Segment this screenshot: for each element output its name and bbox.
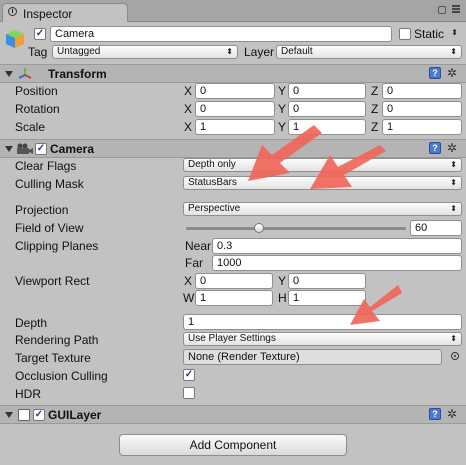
hdr-checkbox[interactable] xyxy=(183,387,195,399)
position-z-field[interactable]: 0 xyxy=(382,83,462,99)
scale-label: Scale xyxy=(15,120,46,134)
rendering-path-label: Rendering Path xyxy=(15,333,99,347)
rotation-label: Rotation xyxy=(15,102,60,116)
fov-slider-thumb[interactable] xyxy=(254,223,264,233)
position-y-label: Y xyxy=(278,84,287,98)
viewport-x-label: X xyxy=(184,274,193,288)
foldout-icon[interactable] xyxy=(5,71,13,77)
object-picker-icon[interactable] xyxy=(451,352,459,360)
info-icon: i xyxy=(8,7,17,16)
far-label: Far xyxy=(185,256,203,270)
scale-z-label: Z xyxy=(371,120,379,134)
culling-mask-label: Culling Mask xyxy=(15,177,84,191)
fov-field[interactable]: 60 xyxy=(410,220,462,236)
layer-dropdown[interactable]: Default ⬍ xyxy=(276,45,462,59)
static-dropdown[interactable]: ⬍ xyxy=(446,27,462,41)
projection-dropdown[interactable]: Perspective ⬍ xyxy=(183,202,462,216)
near-field[interactable]: 0.3 xyxy=(212,238,462,254)
lock-icon[interactable] xyxy=(438,6,446,14)
transform-header[interactable]: Transform ? ✲ xyxy=(0,64,466,83)
rotation-y-field[interactable]: 0 xyxy=(288,101,366,117)
tab-inspector[interactable]: i Inspector xyxy=(2,3,128,22)
viewport-w-field[interactable]: 1 xyxy=(195,290,273,306)
camera-title: Camera xyxy=(50,142,95,156)
annotation-arrow-3 xyxy=(350,285,402,325)
object-name-field[interactable]: Camera xyxy=(50,26,392,42)
clear-flags-label: Clear Flags xyxy=(15,159,77,173)
position-y-field[interactable]: 0 xyxy=(288,83,366,99)
near-label: Near xyxy=(185,239,212,253)
occlusion-culling-label: Occlusion Culling xyxy=(15,369,108,383)
tab-bar: i Inspector xyxy=(0,0,466,22)
rotation-y-label: Y xyxy=(278,102,287,116)
camera-header[interactable]: ✓ Camera ? ✲ xyxy=(0,139,466,158)
active-checkbox[interactable]: ✓ xyxy=(34,28,46,40)
rotation-z-field[interactable]: 0 xyxy=(382,101,462,117)
scale-x-label: X xyxy=(184,120,193,134)
position-z-label: Z xyxy=(371,84,379,98)
position-label: Position xyxy=(15,84,58,98)
camera-enabled-checkbox[interactable]: ✓ xyxy=(35,143,47,155)
viewport-h-label: H xyxy=(278,291,287,305)
rotation-x-field[interactable]: 0 xyxy=(195,101,275,117)
tag-dropdown[interactable]: Untagged ⬍ xyxy=(52,45,238,59)
layer-label: Layer xyxy=(244,45,275,59)
help-icon[interactable]: ? xyxy=(429,408,441,420)
viewport-rect-label: Viewport Rect xyxy=(15,274,90,288)
gear-icon[interactable]: ✲ xyxy=(447,408,457,420)
guilayer-title: GUILayer xyxy=(48,408,102,422)
gameobject-icon xyxy=(4,28,26,50)
help-icon[interactable]: ? xyxy=(429,142,441,154)
target-texture-field[interactable]: None (Render Texture) xyxy=(183,349,442,365)
camera-icon xyxy=(16,143,34,155)
add-component-button[interactable]: Add Component xyxy=(119,434,347,456)
guilayer-header[interactable]: ✓ GUILayer ? ✲ xyxy=(0,405,466,424)
rotation-x-label: X xyxy=(184,102,193,116)
far-field[interactable]: 1000 xyxy=(212,255,462,271)
depth-field[interactable]: 1 xyxy=(183,314,462,330)
occlusion-culling-checkbox[interactable]: ✓ xyxy=(183,369,195,381)
foldout-icon[interactable] xyxy=(5,412,13,418)
tag-label: Tag xyxy=(28,45,48,59)
viewport-w-label: W xyxy=(183,291,195,305)
viewport-y-label: Y xyxy=(278,274,287,288)
position-x-field[interactable]: 0 xyxy=(195,83,275,99)
position-x-label: X xyxy=(184,84,193,98)
hdr-label: HDR xyxy=(15,387,41,401)
foldout-icon[interactable] xyxy=(5,146,13,152)
scale-z-field[interactable]: 1 xyxy=(382,119,462,135)
rendering-path-dropdown[interactable]: Use Player Settings ⬍ xyxy=(183,332,462,346)
menu-icon[interactable] xyxy=(452,5,460,15)
rotation-z-label: Z xyxy=(371,102,379,116)
transform-icon xyxy=(18,67,32,81)
gear-icon[interactable]: ✲ xyxy=(447,67,457,79)
gear-icon[interactable]: ✲ xyxy=(447,142,457,154)
viewport-x-field[interactable]: 0 xyxy=(195,273,273,289)
projection-label: Projection xyxy=(15,203,69,217)
fov-slider-track[interactable] xyxy=(186,227,406,230)
annotation-arrow-2 xyxy=(310,145,386,189)
static-checkbox[interactable] xyxy=(399,28,411,40)
depth-label: Depth xyxy=(15,316,48,330)
guilayer-enabled-checkbox[interactable]: ✓ xyxy=(33,409,45,421)
tab-label: Inspector xyxy=(23,7,73,21)
help-icon[interactable]: ? xyxy=(429,67,441,79)
guilayer-icon xyxy=(18,409,30,421)
target-texture-label: Target Texture xyxy=(15,351,91,365)
static-label: Static xyxy=(414,27,445,41)
transform-title: Transform xyxy=(48,67,107,81)
clipping-planes-label: Clipping Planes xyxy=(15,239,99,253)
fov-label: Field of View xyxy=(15,221,84,235)
